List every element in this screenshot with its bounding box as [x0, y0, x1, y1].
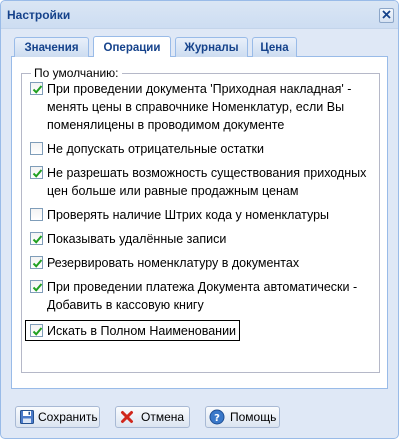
tab-journals[interactable]: Журналы: [175, 37, 248, 58]
option-reserve-items[interactable]: Резервировать номенклатуру в документах: [26, 254, 375, 272]
checkbox[interactable]: [30, 324, 43, 337]
tab-panel: Значения Операции Журналы Цена По умолча…: [7, 33, 392, 391]
tab-content-operations: По умолчанию: При проведении документа '…: [11, 57, 388, 389]
option-label: При проведении платежа Документа автомат…: [47, 280, 358, 312]
checkbox[interactable]: [30, 166, 43, 179]
option-label: Проверять наличие Штрих кода у номенклат…: [47, 208, 330, 222]
close-button[interactable]: [379, 8, 394, 23]
option-label: Не разрешать возможность существования п…: [47, 166, 367, 198]
option-label: Искать в Полном Наименовании: [47, 324, 237, 338]
checkbox[interactable]: [30, 280, 43, 293]
option-show-deleted[interactable]: Показывать удалённые записи: [26, 230, 375, 248]
window-titlebar[interactable]: Настройки: [1, 1, 398, 29]
option-label: Показывать удалённые записи: [47, 232, 227, 246]
option-restrict-purchase-prices[interactable]: Не разрешать возможность существования п…: [26, 164, 375, 200]
fieldset-legend: По умолчанию:: [31, 66, 122, 80]
help-button-label: Помощь: [230, 410, 277, 424]
floppy-disk-icon: [19, 409, 35, 425]
option-label: Не допускать отрицательные остатки: [47, 142, 265, 156]
svg-text:?: ?: [214, 413, 220, 424]
checkbox[interactable]: [30, 208, 43, 221]
tab-strip: Значения Операции Журналы Цена: [11, 35, 388, 58]
option-update-prices-on-receipt[interactable]: При проведении документа 'Приходная накл…: [26, 80, 375, 134]
option-label: Резервировать номенклатуру в документах: [47, 256, 300, 270]
help-icon: ?: [209, 409, 225, 425]
close-icon: [381, 9, 392, 23]
option-no-negative-stock[interactable]: Не допускать отрицательные остатки: [26, 140, 375, 158]
checkbox[interactable]: [30, 256, 43, 269]
save-button[interactable]: Сохранить: [15, 406, 100, 428]
tab-price[interactable]: Цена: [252, 37, 297, 58]
checkbox[interactable]: [30, 82, 43, 95]
option-add-to-cashbook[interactable]: При проведении платежа Документа автомат…: [26, 278, 375, 314]
cancel-button-label: Отмена: [141, 410, 185, 424]
red-x-icon: [119, 409, 135, 425]
option-check-barcode[interactable]: Проверять наличие Штрих кода у номенклат…: [26, 206, 375, 224]
option-search-full-name[interactable]: Искать в Полном Наименовании: [25, 320, 240, 341]
option-label: При проведении документа 'Приходная накл…: [47, 82, 352, 132]
settings-window: Настройки Значения Операции Журналы Цена…: [0, 0, 399, 439]
window-title: Настройки: [7, 8, 71, 22]
checkbox[interactable]: [30, 142, 43, 155]
tab-operations[interactable]: Операции: [93, 36, 171, 58]
defaults-fieldset: По умолчанию: При проведении документа '…: [21, 66, 380, 373]
help-button[interactable]: ? Помощь: [205, 406, 280, 428]
tab-values[interactable]: Значения: [14, 37, 89, 58]
cancel-button[interactable]: Отмена: [115, 406, 190, 428]
checkbox[interactable]: [30, 232, 43, 245]
save-button-label: Сохранить: [38, 410, 98, 424]
